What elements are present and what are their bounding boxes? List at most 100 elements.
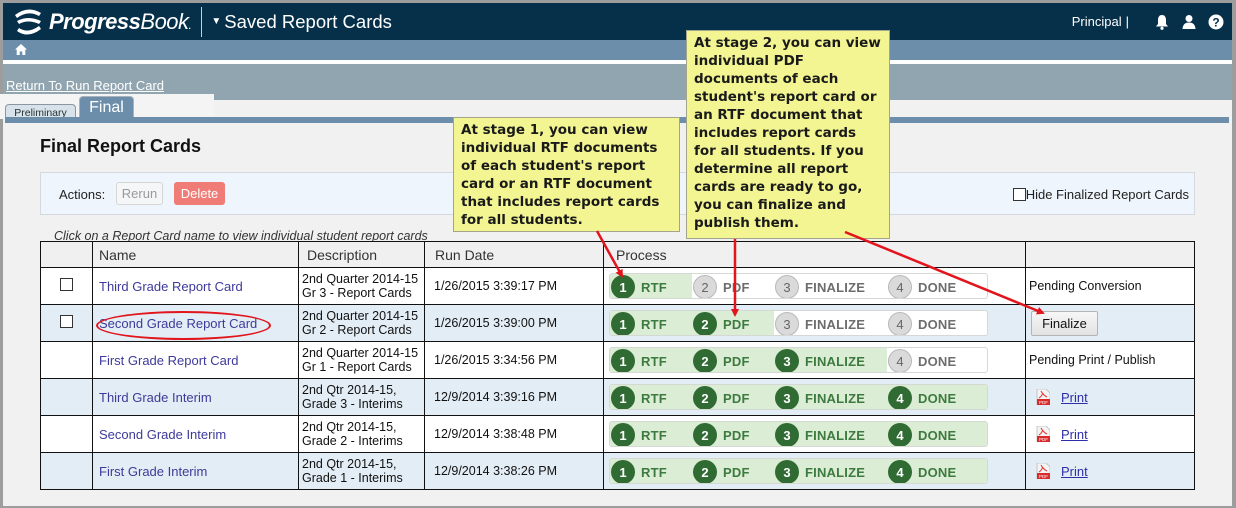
step-number-badge: 1 (611, 312, 635, 335)
print-action: PDF Print (1029, 389, 1194, 405)
print-action: PDF Print (1029, 463, 1194, 479)
step-number-badge: 3 (775, 312, 799, 335)
select-cell (40, 304, 93, 342)
process-step-pdf[interactable]: 2 PDF (693, 385, 750, 409)
step-number-badge: 2 (693, 312, 717, 335)
row-checkbox[interactable] (60, 278, 73, 291)
process-step-rtf[interactable]: 1 RTF (611, 348, 667, 372)
report-card-name-link[interactable]: Third Grade Report Card (99, 279, 243, 294)
step-number-badge: 4 (888, 386, 912, 409)
print-link[interactable]: Print (1061, 390, 1088, 405)
select-cell (40, 267, 93, 305)
top-navbar: ProgressBook. ▼ Saved Report Cards Princ… (3, 3, 1232, 40)
rerun-button[interactable]: Rerun (116, 182, 163, 205)
run-date-cell: 1/26/2015 3:34:56 PM (424, 341, 604, 379)
header-run-date[interactable]: Run Date (424, 241, 604, 268)
report-card-name-link[interactable]: Second Grade Interim (99, 427, 226, 442)
step-label: DONE (918, 464, 957, 480)
home-icon[interactable] (15, 43, 27, 58)
progressbook-logo[interactable]: ProgressBook. (11, 3, 192, 40)
process-step-rtf[interactable]: 1 RTF (611, 422, 667, 446)
step-label: RTF (641, 279, 667, 295)
return-to-run-report-card-link[interactable]: Return To Run Report Card (6, 78, 164, 93)
step-number-badge: 4 (888, 349, 912, 372)
delete-button[interactable]: Delete (174, 182, 225, 205)
step-number-badge: 4 (888, 275, 912, 298)
process-step-rtf[interactable]: 1 RTF (611, 311, 667, 335)
name-cell: Third Grade Report Card (92, 267, 299, 305)
pdf-file-icon[interactable]: PDF (1036, 426, 1050, 442)
report-card-name-link[interactable]: Third Grade Interim (99, 390, 212, 405)
process-step-finalize[interactable]: 3 FINALIZE (775, 459, 865, 483)
hide-finalized-toggle[interactable]: Hide Finalized Report Cards (1012, 187, 1189, 202)
print-link[interactable]: Print (1061, 427, 1088, 442)
pdf-file-icon[interactable]: PDF (1036, 389, 1050, 405)
header-status (1025, 241, 1195, 268)
user-icon[interactable] (1181, 14, 1197, 30)
step-label: RTF (641, 390, 667, 406)
process-step-finalize: 3 FINALIZE (775, 274, 865, 298)
step-label: PDF (723, 390, 750, 406)
actions-label: Actions: (59, 187, 106, 202)
process-step-done[interactable]: 4 DONE (888, 385, 956, 409)
app-title[interactable]: Saved Report Cards (224, 11, 392, 33)
description-line-2: Gr 1 - Report Cards (302, 360, 412, 374)
process-cell: 1 RTF 2 PDF 3 FINALIZE 4 DONE (603, 378, 1026, 416)
process-step-finalize[interactable]: 3 FINALIZE (775, 422, 865, 446)
description-line-1: 2nd Qtr 2014-15, (302, 457, 397, 471)
name-cell: Third Grade Interim (92, 378, 299, 416)
description-line-2: Grade 1 - Interims (302, 471, 403, 485)
pdf-file-icon[interactable]: PDF (1036, 463, 1050, 479)
process-step-rtf[interactable]: 1 RTF (611, 385, 667, 409)
logo-mark-icon (11, 7, 45, 37)
process-step-pdf[interactable]: 2 PDF (693, 348, 750, 372)
process-step-done[interactable]: 4 DONE (888, 422, 956, 446)
process-step-finalize: 3 FINALIZE (775, 311, 866, 335)
process-step-finalize[interactable]: 3 FINALIZE (775, 385, 865, 409)
step-number-badge: 1 (611, 275, 635, 298)
description-line-1: 2nd Quarter 2014-15 (302, 346, 419, 360)
help-icon[interactable]: ? (1208, 14, 1224, 30)
user-role[interactable]: Principal | (1072, 14, 1129, 29)
name-cell: Second Grade Interim (92, 415, 299, 453)
status-cell: Finalize (1025, 304, 1195, 342)
step-label: FINALIZE (805, 316, 866, 332)
process-stepper: 1 RTF 2 PDF 3 FINALIZE 4 DONE (609, 273, 988, 299)
print-action: PDF Print (1029, 426, 1194, 442)
select-cell (40, 378, 93, 416)
bell-icon[interactable] (1154, 14, 1170, 30)
finalize-button[interactable]: Finalize (1031, 310, 1098, 336)
process-step-pdf[interactable]: 2 PDF (693, 311, 750, 335)
description-cell: 2nd Quarter 2014-15 Gr 1 - Report Cards (298, 341, 425, 379)
svg-text:PDF: PDF (1039, 437, 1048, 442)
process-cell: 1 RTF 2 PDF 3 FINALIZE 4 DONE (603, 415, 1026, 453)
description-cell: 2nd Quarter 2014-15 Gr 2 - Report Cards (298, 304, 425, 342)
step-label: DONE (918, 353, 957, 369)
report-card-name-link[interactable]: First Grade Interim (99, 464, 207, 479)
hide-finalized-checkbox[interactable] (1012, 188, 1026, 201)
process-step-rtf[interactable]: 1 RTF (611, 274, 667, 298)
caret-down-icon[interactable]: ▼ (211, 16, 221, 27)
report-cards-table: Name Description Run Date Process Third … (40, 241, 1195, 490)
row-checkbox[interactable] (60, 315, 73, 328)
step-label: DONE (918, 279, 957, 295)
process-step-pdf[interactable]: 2 PDF (693, 459, 750, 483)
process-step-rtf[interactable]: 1 RTF (611, 459, 667, 483)
header-divider (201, 6, 203, 37)
process-cell: 1 RTF 2 PDF 3 FINALIZE 4 DONE (603, 304, 1026, 342)
report-card-name-link[interactable]: First Grade Report Card (99, 353, 238, 368)
run-date-cell: 1/26/2015 3:39:17 PM (424, 267, 604, 305)
print-link[interactable]: Print (1061, 464, 1088, 479)
header-name[interactable]: Name (92, 241, 299, 268)
process-step-pdf[interactable]: 2 PDF (693, 422, 750, 446)
step-label: PDF (723, 279, 750, 295)
description-cell: 2nd Qtr 2014-15, Grade 2 - Interims (298, 415, 425, 453)
svg-text:PDF: PDF (1039, 400, 1048, 405)
step-label: RTF (641, 316, 667, 332)
process-step-done[interactable]: 4 DONE (888, 459, 957, 483)
step-number-badge: 3 (775, 275, 799, 298)
step-label: PDF (723, 427, 750, 443)
header-description[interactable]: Description (298, 241, 425, 268)
step-number-badge: 3 (775, 460, 799, 483)
process-step-finalize[interactable]: 3 FINALIZE (775, 348, 865, 372)
